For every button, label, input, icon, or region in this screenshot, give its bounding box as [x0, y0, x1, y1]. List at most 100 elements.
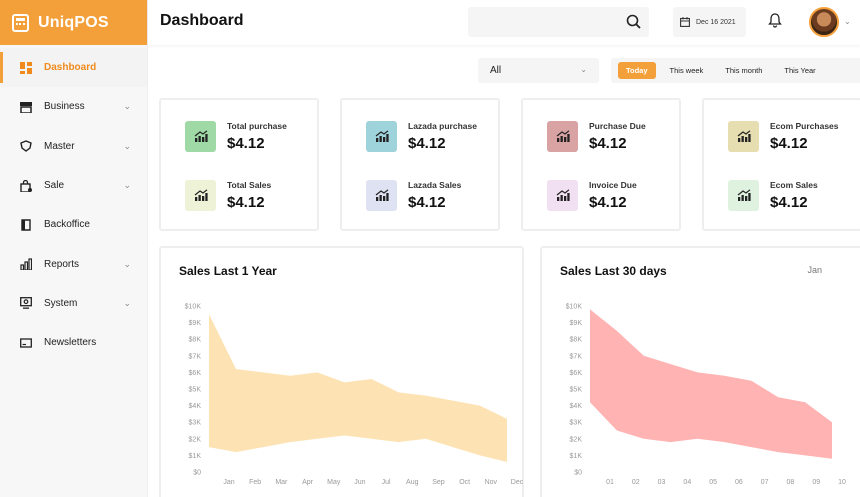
y-tick-label: $6K [189, 370, 202, 377]
x-tick-label: Sep [432, 479, 445, 486]
x-tick-label: Oct [459, 479, 470, 486]
x-tick-label: May [327, 479, 341, 486]
chevron-down-icon: ⌄ [123, 180, 131, 191]
x-tick-label: Jun [354, 479, 365, 486]
tab-this-year[interactable]: This Year [776, 62, 823, 79]
series-area [209, 314, 507, 463]
search-icon[interactable] [626, 14, 641, 29]
sidebar-item-master[interactable]: Master ⌄ [0, 127, 147, 166]
stat-text: Total Sales $4.12 [227, 180, 271, 211]
sidebar-item-dashboard[interactable]: Dashboard [0, 48, 147, 88]
x-tick-label: 01 [606, 479, 614, 486]
tab-today[interactable]: Today [618, 62, 656, 79]
topbar: Dashboard Dec 16 2021 ⌄ [148, 0, 860, 45]
stat-value: $4.12 [770, 134, 808, 152]
x-tick-label: Nov [485, 479, 498, 486]
chart-card-sales-year: Sales Last 1 Year $10K $9K $8K $7K $6K $5K $4K… [159, 246, 524, 497]
date-text: Dec 16 2021 [696, 18, 736, 26]
x-tick-label: Aug [406, 479, 419, 486]
y-tick-label: $3K [570, 420, 583, 427]
sidebar-item-business[interactable]: Business ⌄ [0, 87, 147, 126]
x-tick-label: Dec [511, 479, 524, 486]
x-tick-label: 05 [709, 479, 717, 486]
chart-growth-icon [728, 120, 759, 152]
y-tick-label: $10K [185, 304, 202, 311]
y-tick-label: $10K [566, 304, 583, 311]
x-tick-label: 06 [735, 479, 743, 486]
y-tick-label: $4K [189, 403, 202, 410]
sidebar-item-backoffice[interactable]: Backoffice [0, 205, 147, 244]
stat-text: Lazada Sales $4.12 [408, 180, 461, 211]
sales-30-days-chart: $10K $9K $8K $7K $6K $5K $4K $3K $2K $1K $0 01 02 03 0… [566, 304, 846, 487]
stat-text: Purchase Due $4.12 [589, 121, 646, 152]
stat-item: Total Sales $4.12 [185, 179, 271, 211]
tab-this-month[interactable]: This month [717, 62, 770, 79]
chart-card-sales-30-days: Sales Last 30 days Jan $10K $9K $8K $7K $6K $… [540, 246, 860, 497]
x-tick-label: 09 [812, 479, 820, 486]
brand[interactable]: UniqPOS [0, 0, 147, 45]
sidebar-item-reports[interactable]: Reports ⌄ [0, 244, 147, 283]
x-tick-label: Mar [275, 479, 288, 486]
stat-item: Lazada purchase $4.12 [366, 120, 477, 152]
bar-chart-icon [19, 258, 32, 271]
stat-label: Invoice Due [589, 179, 637, 190]
search-input[interactable] [468, 7, 649, 37]
stat-item: Lazada Sales $4.12 [366, 179, 461, 211]
y-tick-label: $3K [189, 420, 202, 427]
range-tabs: Today This week This month This Year [611, 58, 860, 83]
stat-label: Lazada purchase [408, 120, 477, 131]
store-icon [19, 100, 32, 113]
sidebar-item-label: System [44, 297, 78, 309]
y-tick-label: $4K [570, 403, 583, 410]
sidebar-nav: Dashboard Business ⌄ Master ⌄ Sale ⌄ Bac… [0, 48, 147, 362]
stat-label: Total Sales [227, 179, 272, 190]
sidebar-item-label: Sale [44, 180, 65, 192]
y-tick-label: $8K [189, 337, 202, 344]
stat-text: Ecom Purchases $4.12 [770, 121, 839, 152]
x-tick-label: Apr [302, 479, 314, 486]
stat-label: Total purchase [227, 120, 287, 131]
stat-label: Ecom Sales [770, 179, 818, 190]
x-tick-label: 08 [787, 479, 795, 486]
stat-card: Ecom Purchases $4.12 Ecom Sales $4.12 [702, 98, 860, 231]
sidebar-item-newsletters[interactable]: Newsletters [0, 323, 147, 362]
sidebar-item-label: Reports [44, 258, 80, 270]
stat-item: Ecom Sales $4.12 [728, 179, 818, 211]
filter-select[interactable]: All ⌄ [478, 58, 599, 83]
x-tick-label: 07 [761, 479, 769, 486]
page-title: Dashboard [160, 12, 244, 29]
y-tick-label: $2K [189, 436, 202, 443]
stat-value: $4.12 [589, 134, 627, 152]
sidebar-item-sale[interactable]: Sale ⌄ [0, 166, 147, 205]
stat-item: Purchase Due $4.12 [547, 120, 646, 152]
y-tick-label: $0 [193, 470, 201, 477]
stat-label: Lazada Sales [408, 179, 462, 190]
y-tick-label: $1K [570, 453, 583, 460]
y-tick-label: $6K [570, 370, 583, 377]
chart-growth-icon [185, 120, 216, 152]
book-icon [19, 218, 32, 231]
sidebar-item-system[interactable]: System ⌄ [0, 284, 147, 323]
bell-icon[interactable] [768, 13, 782, 28]
sales-year-chart: $10K $9K $8K $7K $6K $5K $4K $3K $2K $1K $0 Jan Feb M… [185, 304, 524, 487]
brand-name: UniqPOS [38, 13, 109, 31]
calculator-logo-icon [12, 13, 29, 32]
stat-text: Lazada purchase $4.12 [408, 121, 477, 152]
mail-icon [19, 336, 32, 349]
y-tick-label: $5K [189, 387, 202, 394]
x-tick-label: 02 [632, 479, 640, 486]
sidebar-item-label: Master [44, 140, 75, 152]
stat-card: Lazada purchase $4.12 Lazada Sales $4.12 [340, 98, 500, 231]
series-area [590, 309, 832, 459]
tab-this-week[interactable]: This week [662, 62, 712, 79]
sidebar-item-label: Dashboard [44, 62, 97, 74]
shield-icon [19, 140, 32, 153]
date-picker[interactable]: Dec 16 2021 [673, 7, 746, 37]
stat-value: $4.12 [408, 193, 446, 211]
grid-icon [19, 61, 32, 74]
stat-label: Purchase Due [589, 120, 646, 131]
chevron-down-icon: ⌄ [123, 258, 131, 269]
bag-icon [19, 179, 32, 192]
avatar[interactable] [809, 7, 839, 37]
chevron-down-icon[interactable]: ⌄ [844, 17, 851, 26]
